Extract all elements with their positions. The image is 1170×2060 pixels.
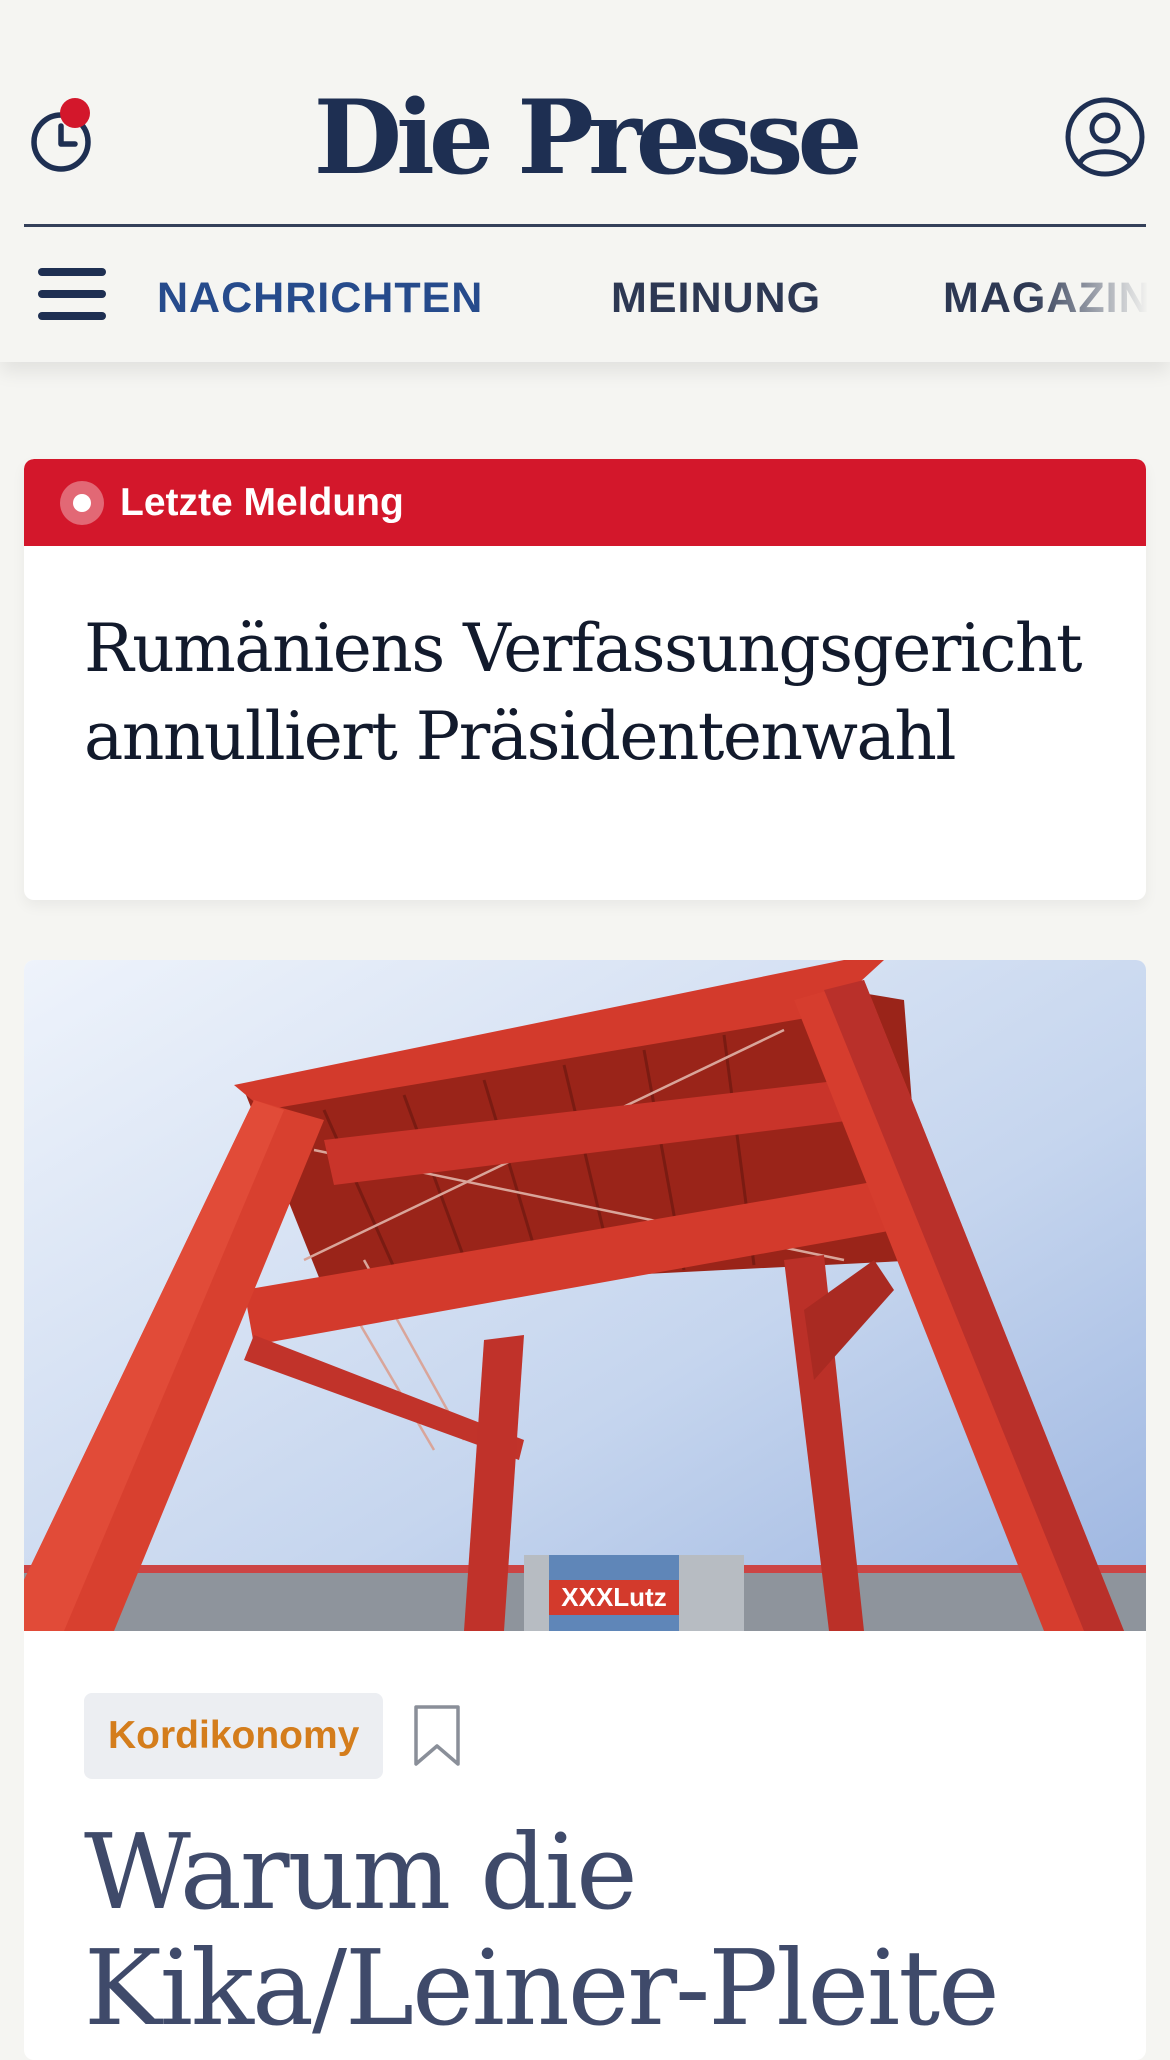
breaking-news-card[interactable]: Letzte Meldung Rumäniens Verfassungsgeri… — [24, 459, 1146, 900]
breaking-label: Letzte Meldung — [120, 481, 404, 524]
article-headline-line: Warum die — [84, 1811, 638, 1933]
category-tag[interactable]: Kordikonomy — [84, 1693, 384, 1779]
nav-meinung[interactable]: MEINUNG — [611, 270, 821, 326]
user-icon — [1065, 97, 1145, 177]
article-headline[interactable]: Warum die Kika/Leiner-Pleite — [84, 1814, 1124, 2046]
store-sign: XXXLutz — [561, 1582, 666, 1612]
article-hero-image[interactable]: XXXLutz — [24, 960, 1146, 1631]
site-header: Die Presse NACHRICHTEN MEINUNG MAGAZIN — [0, 0, 1170, 362]
site-logo[interactable]: Die Presse — [0, 78, 1170, 198]
nav-nachrichten[interactable]: NACHRICHTEN — [157, 270, 483, 326]
breaking-headline-line: Rumäniens Verfassungsgericht — [84, 610, 1082, 687]
header-divider — [24, 224, 1146, 227]
menu-button[interactable] — [38, 268, 106, 324]
breaking-headline-line: annulliert Präsidentenwahl — [84, 698, 956, 775]
article-card[interactable]: XXXLutz Kordikonomy Warum die Kika/Leine… — [24, 960, 1146, 2060]
account-button[interactable] — [1064, 96, 1146, 178]
bookmark-icon[interactable] — [412, 1704, 462, 1768]
hamburger-icon — [38, 268, 106, 276]
article-headline-line: Kika/Leiner-Pleite — [84, 1927, 1000, 2049]
nav-scroll-fade — [1030, 262, 1170, 342]
breaking-banner: Letzte Meldung — [24, 459, 1146, 546]
breaking-headline[interactable]: Rumäniens Verfassungsgericht annulliert … — [84, 605, 1104, 781]
live-indicator-icon — [60, 481, 104, 525]
